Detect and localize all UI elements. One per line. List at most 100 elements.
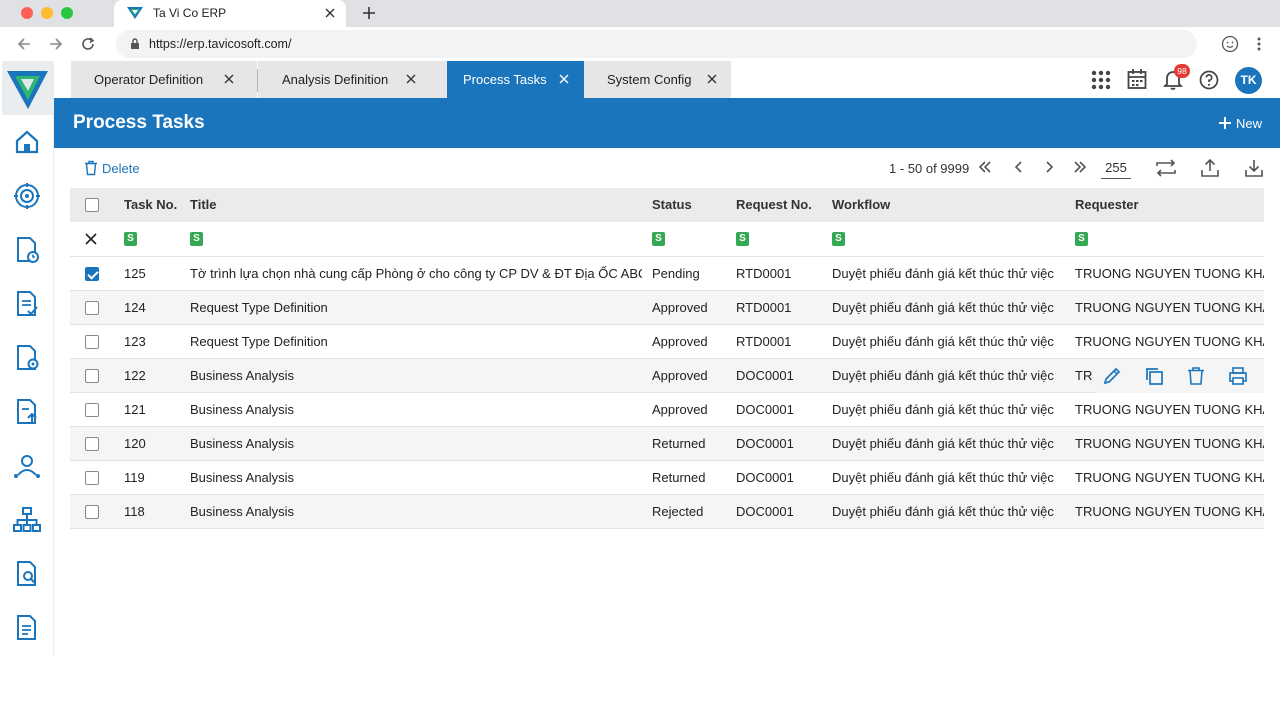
table-row[interactable]: 120 Business Analysis Returned DOC0001 D…	[70, 427, 1264, 461]
cell-task-no: 118	[124, 504, 145, 519]
url-field[interactable]: https://erp.tavicosoft.com/	[116, 30, 1197, 58]
delete-button-label: Delete	[102, 161, 140, 176]
export-upload-icon[interactable]	[1200, 158, 1220, 178]
filter-requester[interactable]: S	[1075, 232, 1088, 246]
row-checkbox[interactable]	[85, 335, 99, 349]
browser-tab-close-icon[interactable]	[323, 6, 337, 20]
tab-process-tasks[interactable]: Process Tasks	[447, 61, 584, 98]
app-logo[interactable]	[2, 61, 53, 115]
row-checkbox[interactable]	[85, 301, 99, 315]
table-row[interactable]: 121 Business Analysis Approved DOC0001 D…	[70, 393, 1264, 427]
cell-workflow: Duyệt phiếu đánh giá kết thúc thử việc	[832, 266, 1054, 281]
column-header-task-no[interactable]: Task No.	[124, 188, 177, 222]
cell-request-no: DOC0001	[736, 470, 794, 485]
help-icon[interactable]	[1199, 70, 1219, 90]
document-upload-icon[interactable]	[12, 397, 42, 427]
column-header-workflow[interactable]: Workflow	[832, 188, 890, 222]
tab-analysis-definition[interactable]: Analysis Definition	[258, 61, 447, 98]
new-button-label: New	[1236, 116, 1263, 131]
browser-tab[interactable]: Ta Vi Co ERP	[114, 0, 346, 27]
document-text-icon[interactable]	[12, 613, 42, 643]
filter-workflow[interactable]: S	[832, 232, 845, 246]
document-gear-icon[interactable]	[12, 343, 42, 373]
cell-requester: TRUONG NGUYEN TUONG KHANH	[1075, 300, 1264, 315]
clear-filter-icon[interactable]	[85, 233, 97, 245]
delete-row-trash-icon[interactable]	[1186, 366, 1206, 386]
user-network-icon[interactable]	[12, 451, 42, 481]
row-checkbox[interactable]	[85, 471, 99, 485]
cell-status: Returned	[652, 436, 706, 451]
cell-request-no: RTD0001	[736, 266, 792, 281]
select-all-checkbox[interactable]	[85, 198, 99, 212]
cell-status: Pending	[652, 266, 700, 281]
notification-count-badge: 98	[1174, 64, 1190, 78]
document-search-icon[interactable]	[12, 559, 42, 589]
browser-tab-title: Ta Vi Co ERP	[153, 6, 227, 20]
apps-grid-icon[interactable]	[1091, 70, 1111, 90]
row-checkbox[interactable]	[85, 369, 99, 383]
row-checkbox[interactable]	[85, 403, 99, 417]
window-minimize-button[interactable]	[41, 7, 53, 19]
cell-title: Business Analysis	[190, 368, 295, 383]
tab-close-icon[interactable]	[706, 73, 718, 85]
filter-status[interactable]: S	[652, 232, 665, 246]
table-row[interactable]: 125 Tờ trình lựa chọn nhà cung cấp Phòng…	[70, 257, 1264, 291]
import-download-icon[interactable]	[1244, 158, 1264, 178]
cell-workflow: Duyệt phiếu đánh giá kết thúc thử việc	[832, 300, 1054, 315]
home-icon[interactable]	[12, 127, 42, 157]
profile-face-icon[interactable]	[1221, 35, 1239, 53]
cell-request-no: DOC0001	[736, 402, 794, 417]
cell-requester: TRUONG NGUYEN TUONG KHANH	[1075, 402, 1264, 417]
tab-label: Operator Definition	[94, 72, 204, 87]
user-avatar[interactable]: TK	[1235, 67, 1262, 94]
column-header-request-no[interactable]: Request No.	[736, 188, 812, 222]
copy-icon[interactable]	[1144, 366, 1164, 386]
tab-operator-definition[interactable]: Operator Definition	[71, 61, 257, 98]
forward-arrow-icon[interactable]	[48, 36, 64, 52]
refresh-swap-icon[interactable]	[1155, 158, 1177, 178]
previous-page-icon[interactable]	[1012, 160, 1026, 174]
tab-close-icon[interactable]	[405, 73, 417, 85]
table-row[interactable]: 122 Business Analysis Approved DOC0001 D…	[70, 359, 1264, 393]
page-size-input[interactable]: 255	[1101, 159, 1131, 179]
document-check-icon[interactable]	[12, 289, 42, 319]
left-sidebar	[0, 61, 54, 656]
column-header-requester[interactable]: Requester	[1075, 188, 1139, 222]
print-icon[interactable]	[1228, 366, 1248, 386]
trash-icon	[84, 160, 98, 176]
reload-icon[interactable]	[80, 36, 96, 52]
column-header-title[interactable]: Title	[190, 188, 217, 222]
first-page-icon[interactable]	[978, 160, 992, 174]
tab-close-icon[interactable]	[223, 73, 235, 85]
filter-title[interactable]: S	[190, 232, 203, 246]
document-clock-icon[interactable]	[12, 235, 42, 265]
table-row[interactable]: 124 Request Type Definition Approved RTD…	[70, 291, 1264, 325]
calendar-icon[interactable]	[1127, 68, 1147, 90]
settings-cycle-icon[interactable]	[12, 181, 42, 211]
row-checkbox[interactable]	[85, 437, 99, 451]
back-arrow-icon[interactable]	[16, 36, 32, 52]
cell-title: Business Analysis	[190, 470, 295, 485]
column-header-status[interactable]: Status	[652, 188, 692, 222]
table-row[interactable]: 119 Business Analysis Returned DOC0001 D…	[70, 461, 1264, 495]
cell-workflow: Duyệt phiếu đánh giá kết thúc thử việc	[832, 504, 1054, 519]
cell-task-no: 125	[124, 266, 146, 281]
filter-task-no[interactable]: S	[124, 232, 137, 246]
filter-request-no[interactable]: S	[736, 232, 749, 246]
next-page-icon[interactable]	[1042, 160, 1056, 174]
window-zoom-button[interactable]	[61, 7, 73, 19]
window-close-button[interactable]	[21, 7, 33, 19]
last-page-icon[interactable]	[1073, 160, 1087, 174]
table-row[interactable]: 118 Business Analysis Rejected DOC0001 D…	[70, 495, 1264, 529]
grid-filter-row: S S S S S S	[70, 222, 1264, 257]
cell-title: Business Analysis	[190, 402, 295, 417]
row-checkbox[interactable]	[85, 267, 99, 281]
edit-pencil-icon[interactable]	[1102, 366, 1122, 386]
row-checkbox[interactable]	[85, 505, 99, 519]
new-tab-plus-icon[interactable]	[361, 5, 377, 21]
tab-close-icon[interactable]	[558, 73, 570, 85]
tab-system-config[interactable]: System Config	[584, 61, 731, 98]
org-chart-icon[interactable]	[12, 505, 42, 535]
table-row[interactable]: 123 Request Type Definition Approved RTD…	[70, 325, 1264, 359]
browser-menu-icon[interactable]	[1256, 36, 1262, 52]
